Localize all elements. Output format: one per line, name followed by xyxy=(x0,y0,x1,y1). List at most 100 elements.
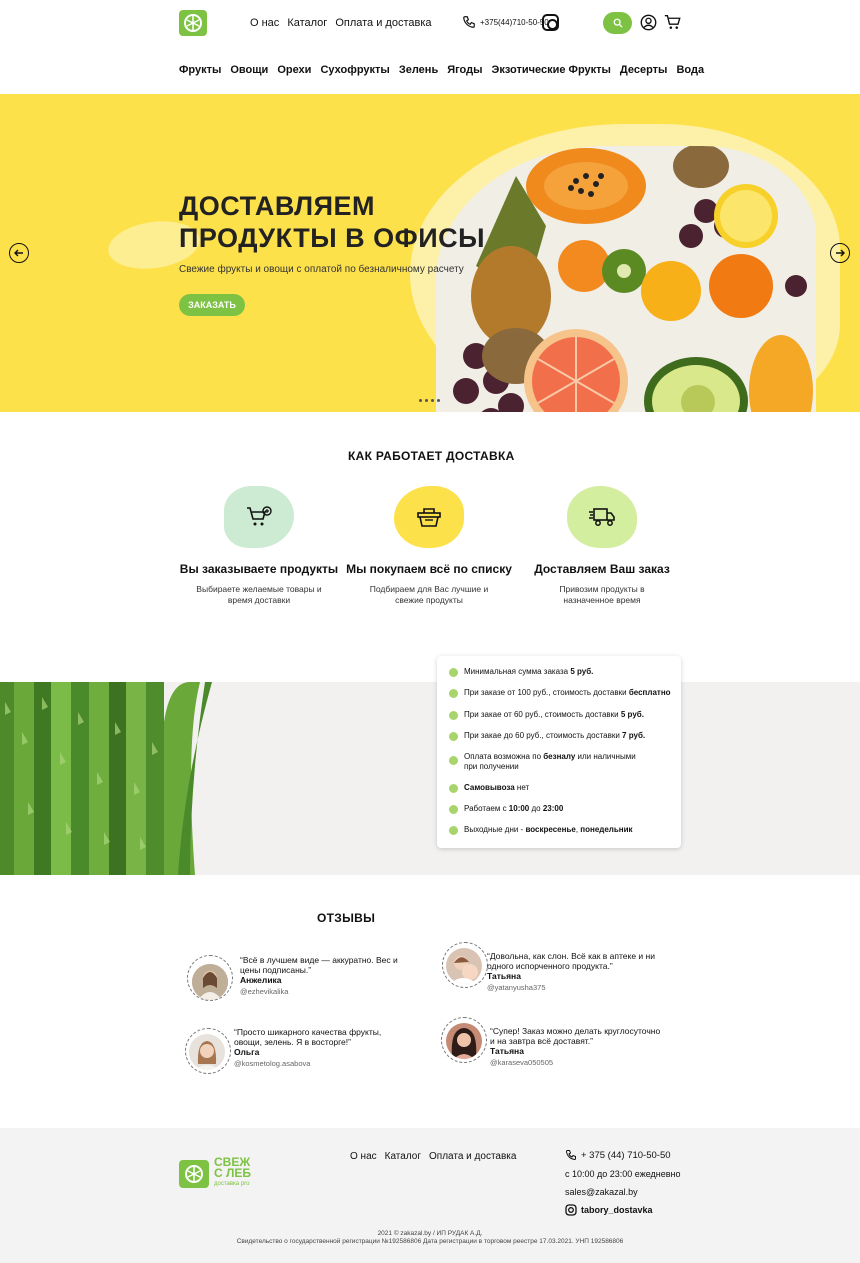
slider-dots[interactable] xyxy=(419,399,440,402)
step-blob xyxy=(567,486,637,548)
condition-item: Оплата возможна по безналу или наличными… xyxy=(449,752,649,772)
nav-payment-delivery[interactable]: Оплата и доставка xyxy=(335,17,431,29)
category-desserts[interactable]: Десерты xyxy=(620,64,668,76)
review-card: “Довольна, как слон. Всё как в аптеке и … xyxy=(487,951,677,993)
bullet-dot xyxy=(449,689,458,698)
order-button[interactable]: ЗАКАЗАТЬ xyxy=(179,294,245,316)
review-handle[interactable]: @yatanyusha375 xyxy=(487,983,677,993)
footer-nav-payment-delivery[interactable]: Оплата и доставка xyxy=(429,1151,516,1162)
step-desc-line: Подбираем для Вас лучшие и xyxy=(369,584,489,594)
review-card: “Супер! Заказ можно делать круглосуточно… xyxy=(490,1026,665,1068)
instagram-icon[interactable] xyxy=(542,14,559,31)
step-buy: Мы покупаем всё по списку Подбираем для … xyxy=(339,486,519,606)
footer-instagram[interactable]: tabory_dostavka xyxy=(565,1204,653,1216)
review-text: “Всё в лучшем виде — аккуратно. Вес и це… xyxy=(240,955,398,975)
review-text: “Супер! Заказ можно делать круглосуточно… xyxy=(490,1026,661,1046)
reviews-title: ОТЗЫВЫ xyxy=(317,911,376,925)
review-card: “Всё в лучшем виде — аккуратно. Вес и це… xyxy=(240,955,415,997)
review-author: Татьяна xyxy=(490,1046,524,1056)
condition-item: При закае до 60 руб., стоимость доставки… xyxy=(449,731,645,741)
review-handle[interactable]: @kosmetolog.asabova xyxy=(234,1059,409,1069)
review-handle[interactable]: @karaseva050505 xyxy=(490,1058,665,1068)
user-icon[interactable] xyxy=(640,14,657,31)
footer-nav: О нас Каталог Оплата и доставка xyxy=(350,1151,516,1162)
footer-phone-number: + 375 (44) 710-50-50 xyxy=(581,1149,671,1161)
bullet-dot xyxy=(449,784,458,793)
category-berries[interactable]: Ягоды xyxy=(447,64,482,76)
cart-add-icon xyxy=(247,506,272,526)
category-nuts[interactable]: Орехи xyxy=(277,64,311,76)
delivery-truck-icon xyxy=(589,508,615,526)
lemon-slice-icon xyxy=(179,1159,209,1188)
footer-instagram-handle: tabory_dostavka xyxy=(581,1205,653,1215)
top-nav: О нас Каталог Оплата и доставка xyxy=(250,17,432,29)
site-logo[interactable] xyxy=(179,10,207,36)
bullet-dot xyxy=(449,732,458,741)
review-author: Татьяна xyxy=(487,971,521,981)
delivery-conditions-card: Минимальная сумма заказа 5 руб. При зака… xyxy=(437,656,681,848)
prev-slide-arrow-icon[interactable] xyxy=(9,243,29,263)
next-slide-arrow-icon[interactable] xyxy=(830,243,850,263)
avatar xyxy=(446,1023,482,1059)
step-title: Мы покупаем всё по списку xyxy=(346,562,512,576)
category-exotic-fruits[interactable]: Экзотические Фрукты xyxy=(492,64,611,76)
bullet-dot xyxy=(449,805,458,814)
avatar xyxy=(446,948,482,984)
phone-icon xyxy=(463,16,475,28)
search-icon xyxy=(613,18,623,28)
condition-item: При заказе от 100 руб., стоимость достав… xyxy=(449,688,671,698)
bullet-dot xyxy=(449,756,458,765)
review-author: Ольга xyxy=(234,1047,260,1057)
step-title: Вы заказываете продукты xyxy=(179,562,339,576)
header-phone[interactable]: +375(44)710-50-50 xyxy=(462,15,549,29)
condition-item: При закае от 60 руб., стоимость доставки… xyxy=(449,710,644,720)
category-dried-fruits[interactable]: Сухофрукты xyxy=(320,64,389,76)
category-fruits[interactable]: Фрукты xyxy=(179,64,221,76)
step-deliver: Доставляем Ваш заказ Привозим продукты в… xyxy=(512,486,692,606)
basket-icon xyxy=(417,508,441,527)
header-phone-number: +375(44)710-50-50 xyxy=(480,17,549,27)
hero-title-line-1: ДОСТАВЛЯЕМ xyxy=(179,191,376,221)
copyright: 2021 © zakazal.by / ИП РУДАК А.Д. xyxy=(377,1230,483,1237)
review-text: “Довольна, как слон. Всё как в аптеке и … xyxy=(487,951,655,971)
fruits-photo xyxy=(436,146,816,412)
nav-catalog[interactable]: Каталог xyxy=(287,17,327,29)
step-description: Выбираете желаемые товары и время достав… xyxy=(169,584,349,606)
footer-nav-about[interactable]: О нас xyxy=(350,1151,377,1162)
footer-nav-catalog[interactable]: Каталог xyxy=(385,1151,421,1162)
footer-phone[interactable]: + 375 (44) 710-50-50 xyxy=(565,1149,671,1161)
how-it-works-title: КАК РАБОТАЕТ ДОСТАВКА xyxy=(348,449,515,463)
review-handle[interactable]: @ezhevikalika xyxy=(240,987,415,997)
step-desc-line: назначенное время xyxy=(563,595,641,605)
condition-item: Работаем с 10:00 до 23:00 xyxy=(449,804,563,814)
step-desc-line: свежие продукты xyxy=(395,595,463,605)
footer-email[interactable]: sales@zakazal.by xyxy=(565,1187,638,1197)
step-order: Вы заказываете продукты Выбираете желаем… xyxy=(169,486,349,606)
category-water[interactable]: Вода xyxy=(676,64,704,76)
step-desc-line: Привозим продукты в xyxy=(559,584,645,594)
search-button[interactable] xyxy=(603,12,632,34)
bullet-dot xyxy=(449,711,458,720)
nav-about[interactable]: О нас xyxy=(250,17,279,29)
step-desc-line: Выбираете желаемые товары и xyxy=(196,584,322,594)
category-nav: Фрукты Овощи Орехи Сухофрукты Зелень Яго… xyxy=(179,64,704,76)
bullet-dot xyxy=(449,668,458,677)
condition-item: Самовывоза нет xyxy=(449,783,529,793)
footer-logo[interactable]: СВЕЖ С ЛЕБ доставка pro xyxy=(179,1156,252,1190)
cart-icon[interactable] xyxy=(664,14,681,31)
condition-item: Минимальная сумма заказа 5 руб. xyxy=(449,667,593,677)
step-description: Подбираем для Вас лучшие и свежие продук… xyxy=(339,584,519,606)
hero-title-line-2: ПРОДУКТЫ В ОФИСЫ xyxy=(179,223,486,253)
bullet-dot xyxy=(449,826,458,835)
category-greens[interactable]: Зелень xyxy=(399,64,438,76)
lemon-slice-icon xyxy=(184,14,202,32)
registration-info: Свидетельство о государственной регистра… xyxy=(236,1238,624,1245)
step-blob xyxy=(224,486,294,548)
avatar xyxy=(192,964,228,1000)
logo-text-line: С ЛЕБ xyxy=(214,1166,252,1180)
category-vegetables[interactable]: Овощи xyxy=(230,64,268,76)
logo-subtitle: доставка pro xyxy=(214,1181,250,1187)
asparagus-photo xyxy=(0,682,212,875)
condition-item: Выходные дни - воскресенье, понедельник xyxy=(449,825,633,835)
footer-logo-text: СВЕЖ С ЛЕБ доставка pro xyxy=(214,1156,252,1190)
